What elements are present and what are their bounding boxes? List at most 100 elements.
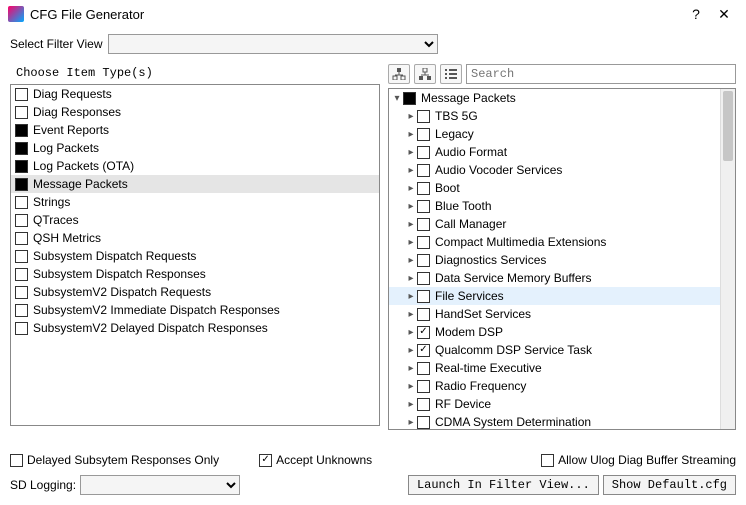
list-item[interactable]: Strings [11, 193, 379, 211]
list-item-checkbox[interactable] [15, 304, 28, 317]
tree-item-checkbox[interactable] [417, 128, 430, 141]
tree-item[interactable]: ▸Legacy [389, 125, 735, 143]
expand-icon[interactable]: ▸ [405, 309, 417, 320]
list-view-button[interactable] [440, 64, 462, 84]
tree-item-checkbox[interactable] [417, 272, 430, 285]
list-item-checkbox[interactable] [15, 286, 28, 299]
expand-icon[interactable]: ▸ [405, 363, 417, 374]
list-item-checkbox[interactable] [15, 322, 28, 335]
delayed-responses-checkbox[interactable] [10, 454, 23, 467]
expand-icon[interactable]: ▸ [405, 291, 417, 302]
collapse-icon[interactable]: ▾ [391, 93, 403, 104]
list-item-checkbox[interactable] [15, 160, 28, 173]
tree-item-checkbox[interactable] [417, 236, 430, 249]
expand-icon[interactable]: ▸ [405, 345, 417, 356]
list-item-checkbox[interactable] [15, 142, 28, 155]
tree-item[interactable]: ▸Boot [389, 179, 735, 197]
help-button[interactable]: ? [682, 6, 710, 22]
tree-item[interactable]: ▸Real-time Executive [389, 359, 735, 377]
close-button[interactable]: ✕ [710, 6, 738, 23]
list-item[interactable]: SubsystemV2 Immediate Dispatch Responses [11, 301, 379, 319]
list-item-checkbox[interactable] [15, 88, 28, 101]
tree-item-checkbox[interactable] [417, 326, 430, 339]
launch-filter-view-button[interactable]: Launch In Filter View... [408, 475, 599, 495]
expand-icon[interactable]: ▸ [405, 201, 417, 212]
expand-icon[interactable]: ▸ [405, 399, 417, 410]
expand-icon[interactable]: ▸ [405, 111, 417, 122]
tree-root[interactable]: ▾Message Packets [389, 89, 735, 107]
tree-item[interactable]: ▸TBS 5G [389, 107, 735, 125]
tree-item-checkbox[interactable] [417, 344, 430, 357]
collapse-all-button[interactable] [414, 64, 436, 84]
tree-item-checkbox[interactable] [417, 146, 430, 159]
item-types-list[interactable]: Diag RequestsDiag ResponsesEvent Reports… [10, 84, 380, 426]
tree-item[interactable]: ▸Audio Format [389, 143, 735, 161]
tree-item[interactable]: ▸Radio Frequency [389, 377, 735, 395]
tree-item[interactable]: ▸HandSet Services [389, 305, 735, 323]
list-item[interactable]: SubsystemV2 Dispatch Requests [11, 283, 379, 301]
tree-item-checkbox[interactable] [417, 254, 430, 267]
tree-item-checkbox[interactable] [417, 200, 430, 213]
list-item-checkbox[interactable] [15, 268, 28, 281]
list-item-checkbox[interactable] [15, 178, 28, 191]
tree-item[interactable]: ▸RF Device [389, 395, 735, 413]
tree-item[interactable]: ▸File Services [389, 287, 735, 305]
tree-item[interactable]: ▸Blue Tooth [389, 197, 735, 215]
tree-item[interactable]: ▸Qualcomm DSP Service Task [389, 341, 735, 359]
tree-item-checkbox[interactable] [417, 290, 430, 303]
tree-item[interactable]: ▸Modem DSP [389, 323, 735, 341]
tree-item-checkbox[interactable] [417, 218, 430, 231]
expand-icon[interactable]: ▸ [405, 273, 417, 284]
filter-view-select[interactable] [108, 34, 438, 54]
list-item[interactable]: Diag Requests [11, 85, 379, 103]
list-item-checkbox[interactable] [15, 232, 28, 245]
list-item[interactable]: Subsystem Dispatch Responses [11, 265, 379, 283]
accept-unknowns-checkbox[interactable] [259, 454, 272, 467]
list-item-checkbox[interactable] [15, 106, 28, 119]
sd-logging-select[interactable] [80, 475, 240, 495]
search-input[interactable] [466, 64, 736, 84]
tree-item[interactable]: ▸CDMA System Determination [389, 413, 735, 430]
show-default-cfg-button[interactable]: Show Default.cfg [603, 475, 736, 495]
list-item[interactable]: QSH Metrics [11, 229, 379, 247]
expand-icon[interactable]: ▸ [405, 237, 417, 248]
list-item[interactable]: Log Packets [11, 139, 379, 157]
list-item[interactable]: QTraces [11, 211, 379, 229]
tree-item[interactable]: ▸Data Service Memory Buffers [389, 269, 735, 287]
expand-icon[interactable]: ▸ [405, 147, 417, 158]
list-item-checkbox[interactable] [15, 124, 28, 137]
tree-item[interactable]: ▸Call Manager [389, 215, 735, 233]
expand-icon[interactable]: ▸ [405, 381, 417, 392]
list-item[interactable]: SubsystemV2 Delayed Dispatch Responses [11, 319, 379, 337]
list-item-checkbox[interactable] [15, 250, 28, 263]
expand-icon[interactable]: ▸ [405, 129, 417, 140]
tree-item-checkbox[interactable] [417, 416, 430, 429]
tree-item[interactable]: ▸Compact Multimedia Extensions [389, 233, 735, 251]
expand-icon[interactable]: ▸ [405, 219, 417, 230]
tree-item-checkbox[interactable] [417, 182, 430, 195]
tree-scrollbar-thumb[interactable] [723, 91, 733, 161]
list-item[interactable]: Message Packets [11, 175, 379, 193]
list-item[interactable]: Diag Responses [11, 103, 379, 121]
tree-item-checkbox[interactable] [417, 110, 430, 123]
tree-item-checkbox[interactable] [417, 380, 430, 393]
tree-scrollbar[interactable] [720, 89, 735, 429]
expand-all-button[interactable] [388, 64, 410, 84]
expand-icon[interactable]: ▸ [405, 255, 417, 266]
expand-icon[interactable]: ▸ [405, 183, 417, 194]
tree-item-checkbox[interactable] [417, 362, 430, 375]
tree-item-checkbox[interactable] [417, 164, 430, 177]
list-item[interactable]: Subsystem Dispatch Requests [11, 247, 379, 265]
tree-root-checkbox[interactable] [403, 92, 416, 105]
allow-ulog-checkbox[interactable] [541, 454, 554, 467]
tree-item-checkbox[interactable] [417, 398, 430, 411]
expand-icon[interactable]: ▸ [405, 327, 417, 338]
tree-item[interactable]: ▸Diagnostics Services [389, 251, 735, 269]
expand-icon[interactable]: ▸ [405, 417, 417, 428]
expand-icon[interactable]: ▸ [405, 165, 417, 176]
tree-list[interactable]: ▾Message Packets ▸TBS 5G▸Legacy▸Audio Fo… [388, 88, 736, 430]
list-item-checkbox[interactable] [15, 196, 28, 209]
list-item[interactable]: Event Reports [11, 121, 379, 139]
list-item[interactable]: Log Packets (OTA) [11, 157, 379, 175]
tree-item[interactable]: ▸Audio Vocoder Services [389, 161, 735, 179]
